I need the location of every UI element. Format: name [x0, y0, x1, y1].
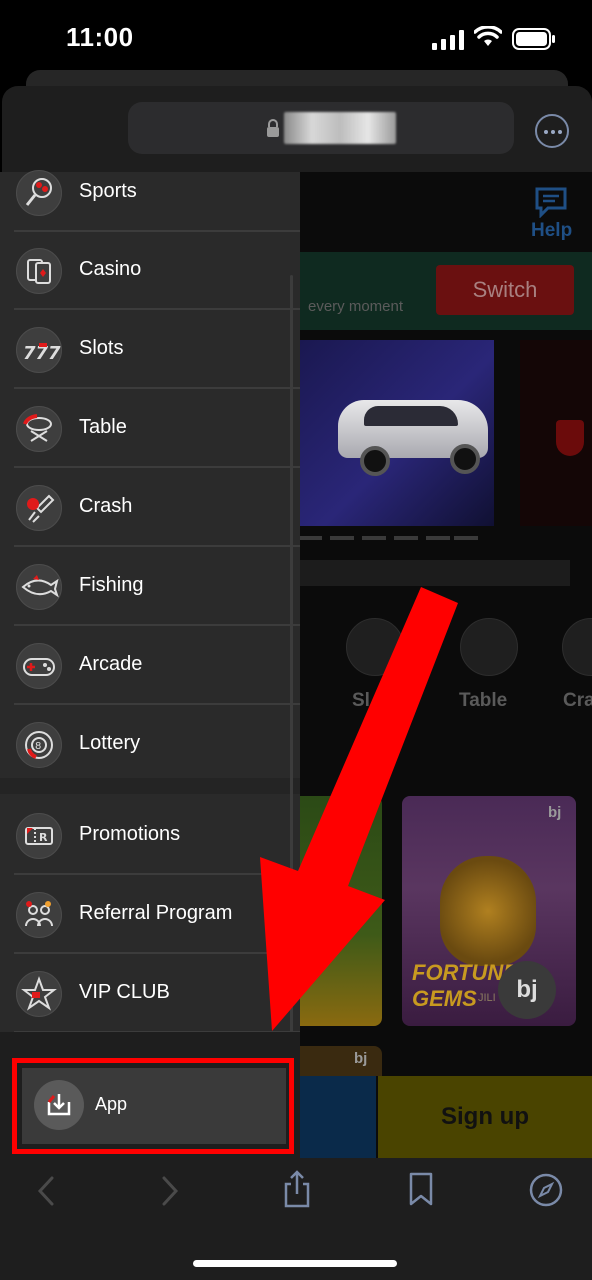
forward-arrow-icon[interactable]: [160, 1174, 180, 1208]
share-icon[interactable]: [282, 1170, 312, 1208]
bookmarks-icon[interactable]: [407, 1172, 435, 1206]
back-arrow-icon[interactable]: [36, 1174, 56, 1208]
home-indicator[interactable]: [193, 1260, 397, 1267]
annotation-arrow-icon: [260, 587, 458, 1031]
compass-icon[interactable]: [528, 1172, 564, 1208]
